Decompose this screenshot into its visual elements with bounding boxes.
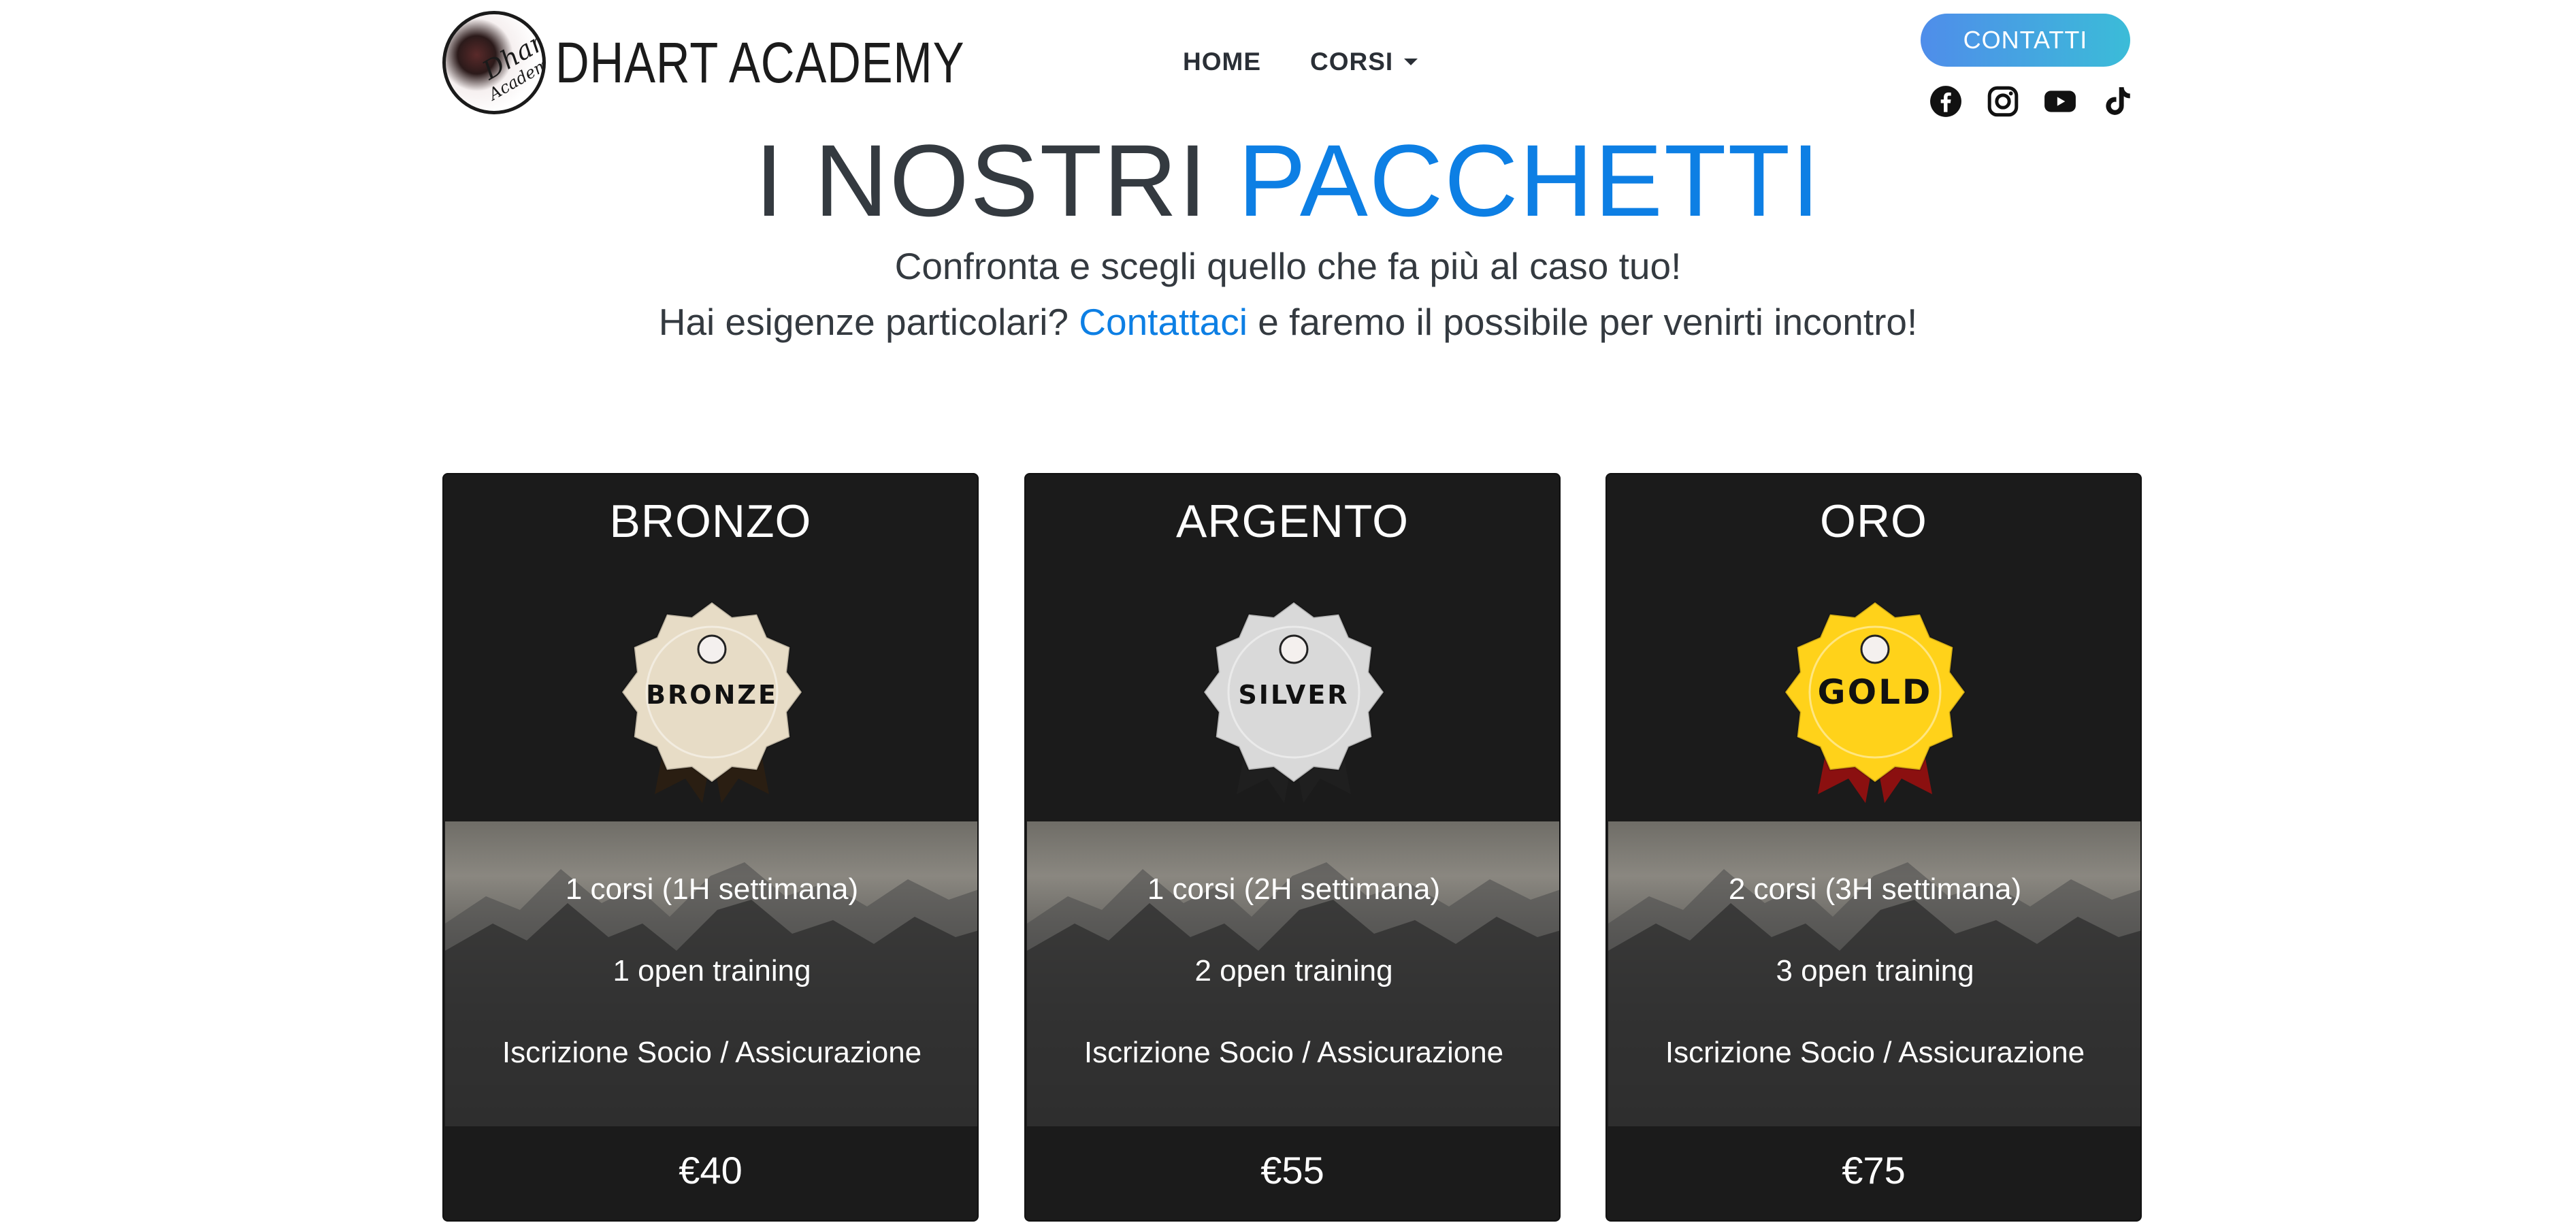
package-feature: Iscrizione Socio / Assicurazione [1665,1036,2085,1069]
subtitle-line-1: Confronta e scegli quello che fa più al … [894,245,1682,287]
package-price: €55 [1260,1149,1324,1192]
page-title: I NOSTRI PACCHETTI [0,122,2576,238]
package-feature: 1 corsi (1H settimana) [565,872,859,906]
logo-badge-icon: Dhart Academy [442,11,546,114]
nav-corsi-dropdown[interactable]: CORSI [1310,48,1418,76]
contact-button[interactable]: CONTATTI [1921,14,2130,67]
title-part-1: I NOSTRI [755,123,1238,238]
tiktok-icon[interactable] [2100,84,2134,118]
page-subtitle: Confronta e scegli quello che fa più al … [0,238,2576,350]
title-part-2: PACCHETTI [1237,123,1821,238]
site-logo[interactable]: Dhart Academy DHART ACADEMY [442,11,1054,114]
package-card[interactable]: BRONZO BRONZE 1 corsi (1H settimana) 1 open… [442,473,979,1222]
package-feature: Iscrizione Socio / Assicurazione [502,1036,922,1069]
package-feature: 3 open training [1776,954,1974,987]
package-title: BRONZO [609,495,812,547]
package-feature: 2 corsi (3H settimana) [1728,872,2022,906]
package-features: 1 corsi (2H settimana) 2 open training Isc… [1027,821,1559,1126]
package-price: €40 [679,1149,743,1192]
contact-link[interactable]: Contattaci [1079,301,1248,343]
caret-down-icon [1404,59,1418,65]
medal-icon: SILVER [1203,601,1385,803]
package-feature: 2 open training [1194,954,1393,987]
medal-label: SILVER [1238,680,1349,710]
nav-home-link[interactable]: HOME [1183,48,1261,76]
medal-icon: BRONZE [621,601,803,803]
package-title: ARGENTO [1175,495,1409,547]
logo-text: DHART ACADEMY [555,30,965,95]
package-feature: 1 corsi (2H settimana) [1147,872,1441,906]
youtube-icon[interactable] [2043,84,2077,118]
package-card[interactable]: ARGENTO SILVER 1 corsi (2H settimana) 2 ope… [1024,473,1561,1222]
social-links [1929,84,2134,118]
medal-label: BRONZE [646,680,778,710]
facebook-icon[interactable] [1929,84,1963,118]
instagram-icon[interactable] [1986,84,2020,118]
subtitle-text-before: Hai esigenze particolari? [658,301,1079,343]
subtitle-text-after: e faremo il possibile per venirti incont… [1247,301,1918,343]
package-features: 2 corsi (3H settimana) 3 open training Isc… [1608,821,2140,1126]
package-price: €75 [1842,1149,1906,1192]
main-nav: HOME CORSI [1183,48,1418,76]
medal-label: GOLD [1818,672,1933,712]
nav-corsi-label: CORSI [1310,48,1394,76]
medal-icon: GOLD [1784,601,1966,803]
package-features: 1 corsi (1H settimana) 1 open training Isc… [445,821,977,1126]
nav-home-label: HOME [1183,48,1261,76]
package-feature: Iscrizione Socio / Assicurazione [1083,1036,1504,1069]
package-title: ORO [1820,495,1927,547]
subtitle-line-2: Hai esigenze particolari? Contattaci e f… [0,294,2576,350]
package-card[interactable]: ORO GOLD 2 corsi (3H settimana) 3 open trai… [1605,473,2142,1222]
package-feature: 1 open training [613,954,811,987]
